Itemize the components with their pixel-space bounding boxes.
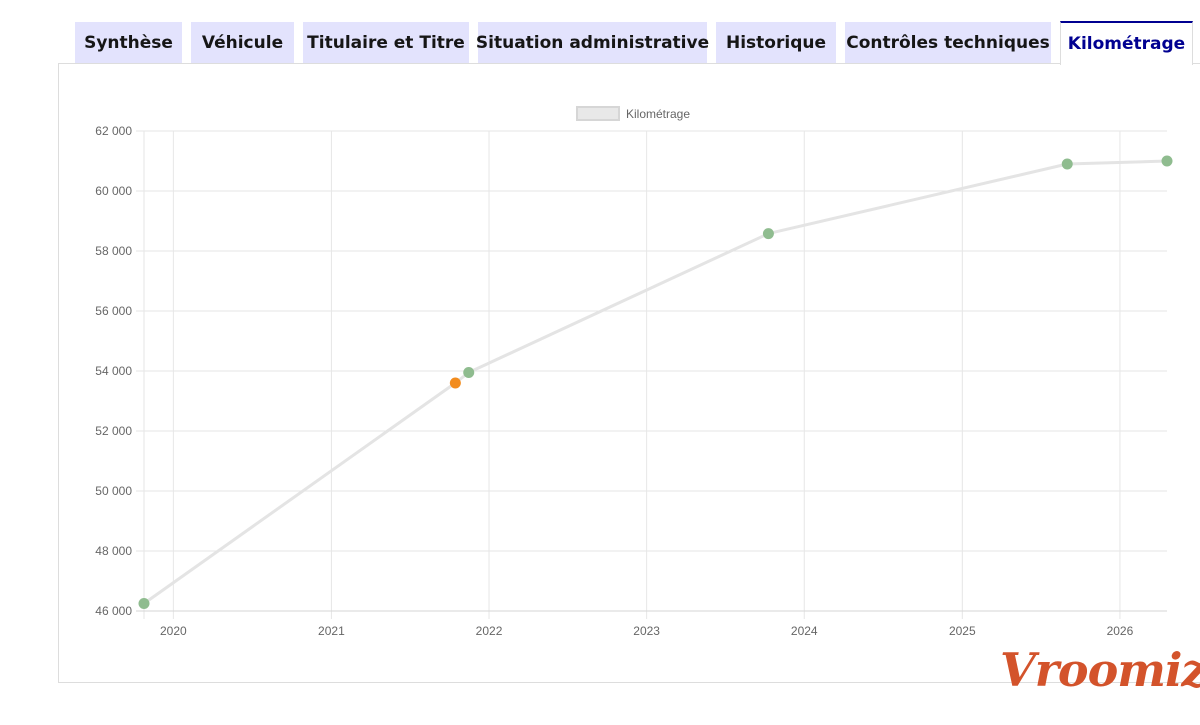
tab-kilometrage[interactable]: Kilométrage (1060, 21, 1193, 65)
y-tick-label: 54 000 (95, 364, 132, 378)
x-tick-label: 2021 (318, 624, 345, 638)
chart-panel: 46 000 48 000 50 000 52 000 54 000 56 000 58 0… (58, 63, 1200, 683)
y-tick-label: 62 000 (95, 124, 132, 138)
tab-historique[interactable]: Historique (716, 22, 836, 63)
y-tick-label: 60 000 (95, 184, 132, 198)
legend-label: Kilométrage (626, 107, 690, 121)
x-tick-label: 2024 (791, 624, 818, 638)
y-tick-label: 52 000 (95, 424, 132, 438)
data-point (463, 367, 475, 378)
data-point (762, 228, 774, 240)
data-point (1161, 155, 1173, 167)
y-tick-label: 56 000 (95, 304, 132, 318)
tab-synthese[interactable]: Synthèse (75, 22, 182, 63)
y-tick-label: 58 000 (95, 244, 132, 258)
y-tick-label: 46 000 (95, 604, 132, 618)
x-tick-label: 2026 (1107, 624, 1134, 638)
x-tick-label: 2025 (949, 624, 976, 638)
y-tick-label: 50 000 (95, 484, 132, 498)
vroomiz-logo: Vroomiz (1000, 643, 1200, 697)
kilometrage-chart: 46 000 48 000 50 000 52 000 54 000 56 000 58 0… (95, 106, 1173, 638)
y-tick-label: 48 000 (95, 544, 132, 558)
x-tick-label: 2020 (160, 624, 187, 638)
tab-bar: Synthèse Véhicule Titulaire et Titre Sit… (0, 0, 1200, 65)
data-point (449, 377, 461, 389)
tab-situation-administrative[interactable]: Situation administrative (476, 22, 709, 63)
data-point (138, 598, 150, 609)
tab-vehicule[interactable]: Véhicule (191, 22, 294, 63)
tab-controles-techniques[interactable]: Contrôles techniques (845, 22, 1051, 63)
x-tick-label: 2022 (476, 624, 503, 638)
x-tick-label: 2023 (633, 624, 660, 638)
legend-swatch (576, 106, 620, 121)
data-point (1061, 158, 1073, 170)
series-line (143, 159, 1168, 605)
tab-titulaire-et-titre[interactable]: Titulaire et Titre (303, 22, 469, 63)
